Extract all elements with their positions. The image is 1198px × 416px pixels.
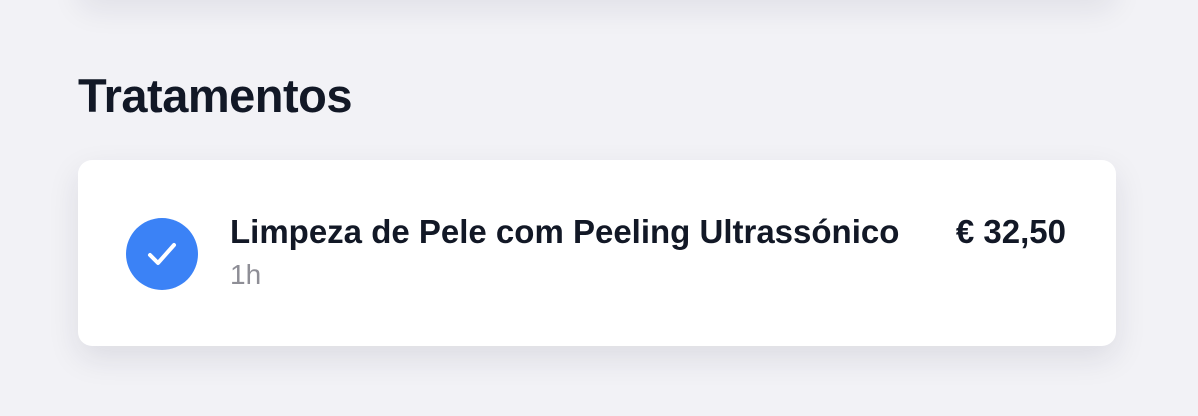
selected-checkbox[interactable] — [126, 218, 198, 290]
treatment-card[interactable]: Limpeza de Pele com Peeling Ultrassónico… — [78, 160, 1116, 346]
treatment-duration: 1h — [230, 259, 262, 290]
checkmark-icon — [148, 243, 176, 265]
treatment-price: € 32,50 — [955, 213, 1066, 250]
treatment-name: Limpeza de Pele com Peeling Ultrassónico — [230, 213, 900, 250]
section-title: Tratamentos — [78, 69, 352, 122]
